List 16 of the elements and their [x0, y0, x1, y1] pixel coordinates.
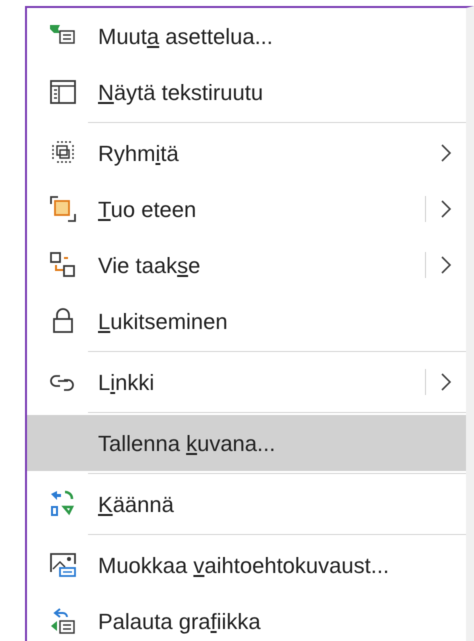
bring-forward-icon	[48, 194, 78, 224]
menu-item-label: Ryhmitä	[98, 140, 180, 168]
menu-item-label: Linkki	[98, 368, 156, 396]
menu-item-label: Käännä	[98, 490, 175, 518]
menu-item-label: Vie taakse	[98, 252, 202, 280]
panel-icon	[48, 77, 78, 107]
menu-item-label: Näytä tekstiruutu	[98, 78, 264, 107]
send-backward-icon	[48, 250, 78, 280]
image-icon	[48, 550, 78, 580]
menu-item[interactable]: Tallenna kuvana...	[27, 415, 466, 471]
menu-item-label: Muokkaa vaihtoehtokuvaust...	[98, 552, 390, 580]
menu-item-label: Tuo eteen	[98, 196, 198, 224]
menu-item-label: Lukitseminen	[98, 308, 229, 336]
menu-item-label: Palauta grafiikka	[98, 608, 262, 636]
menu-item-label: Tallenna kuvana...	[98, 430, 276, 458]
menu-item-label: Muuta asettelua...	[98, 22, 274, 50]
